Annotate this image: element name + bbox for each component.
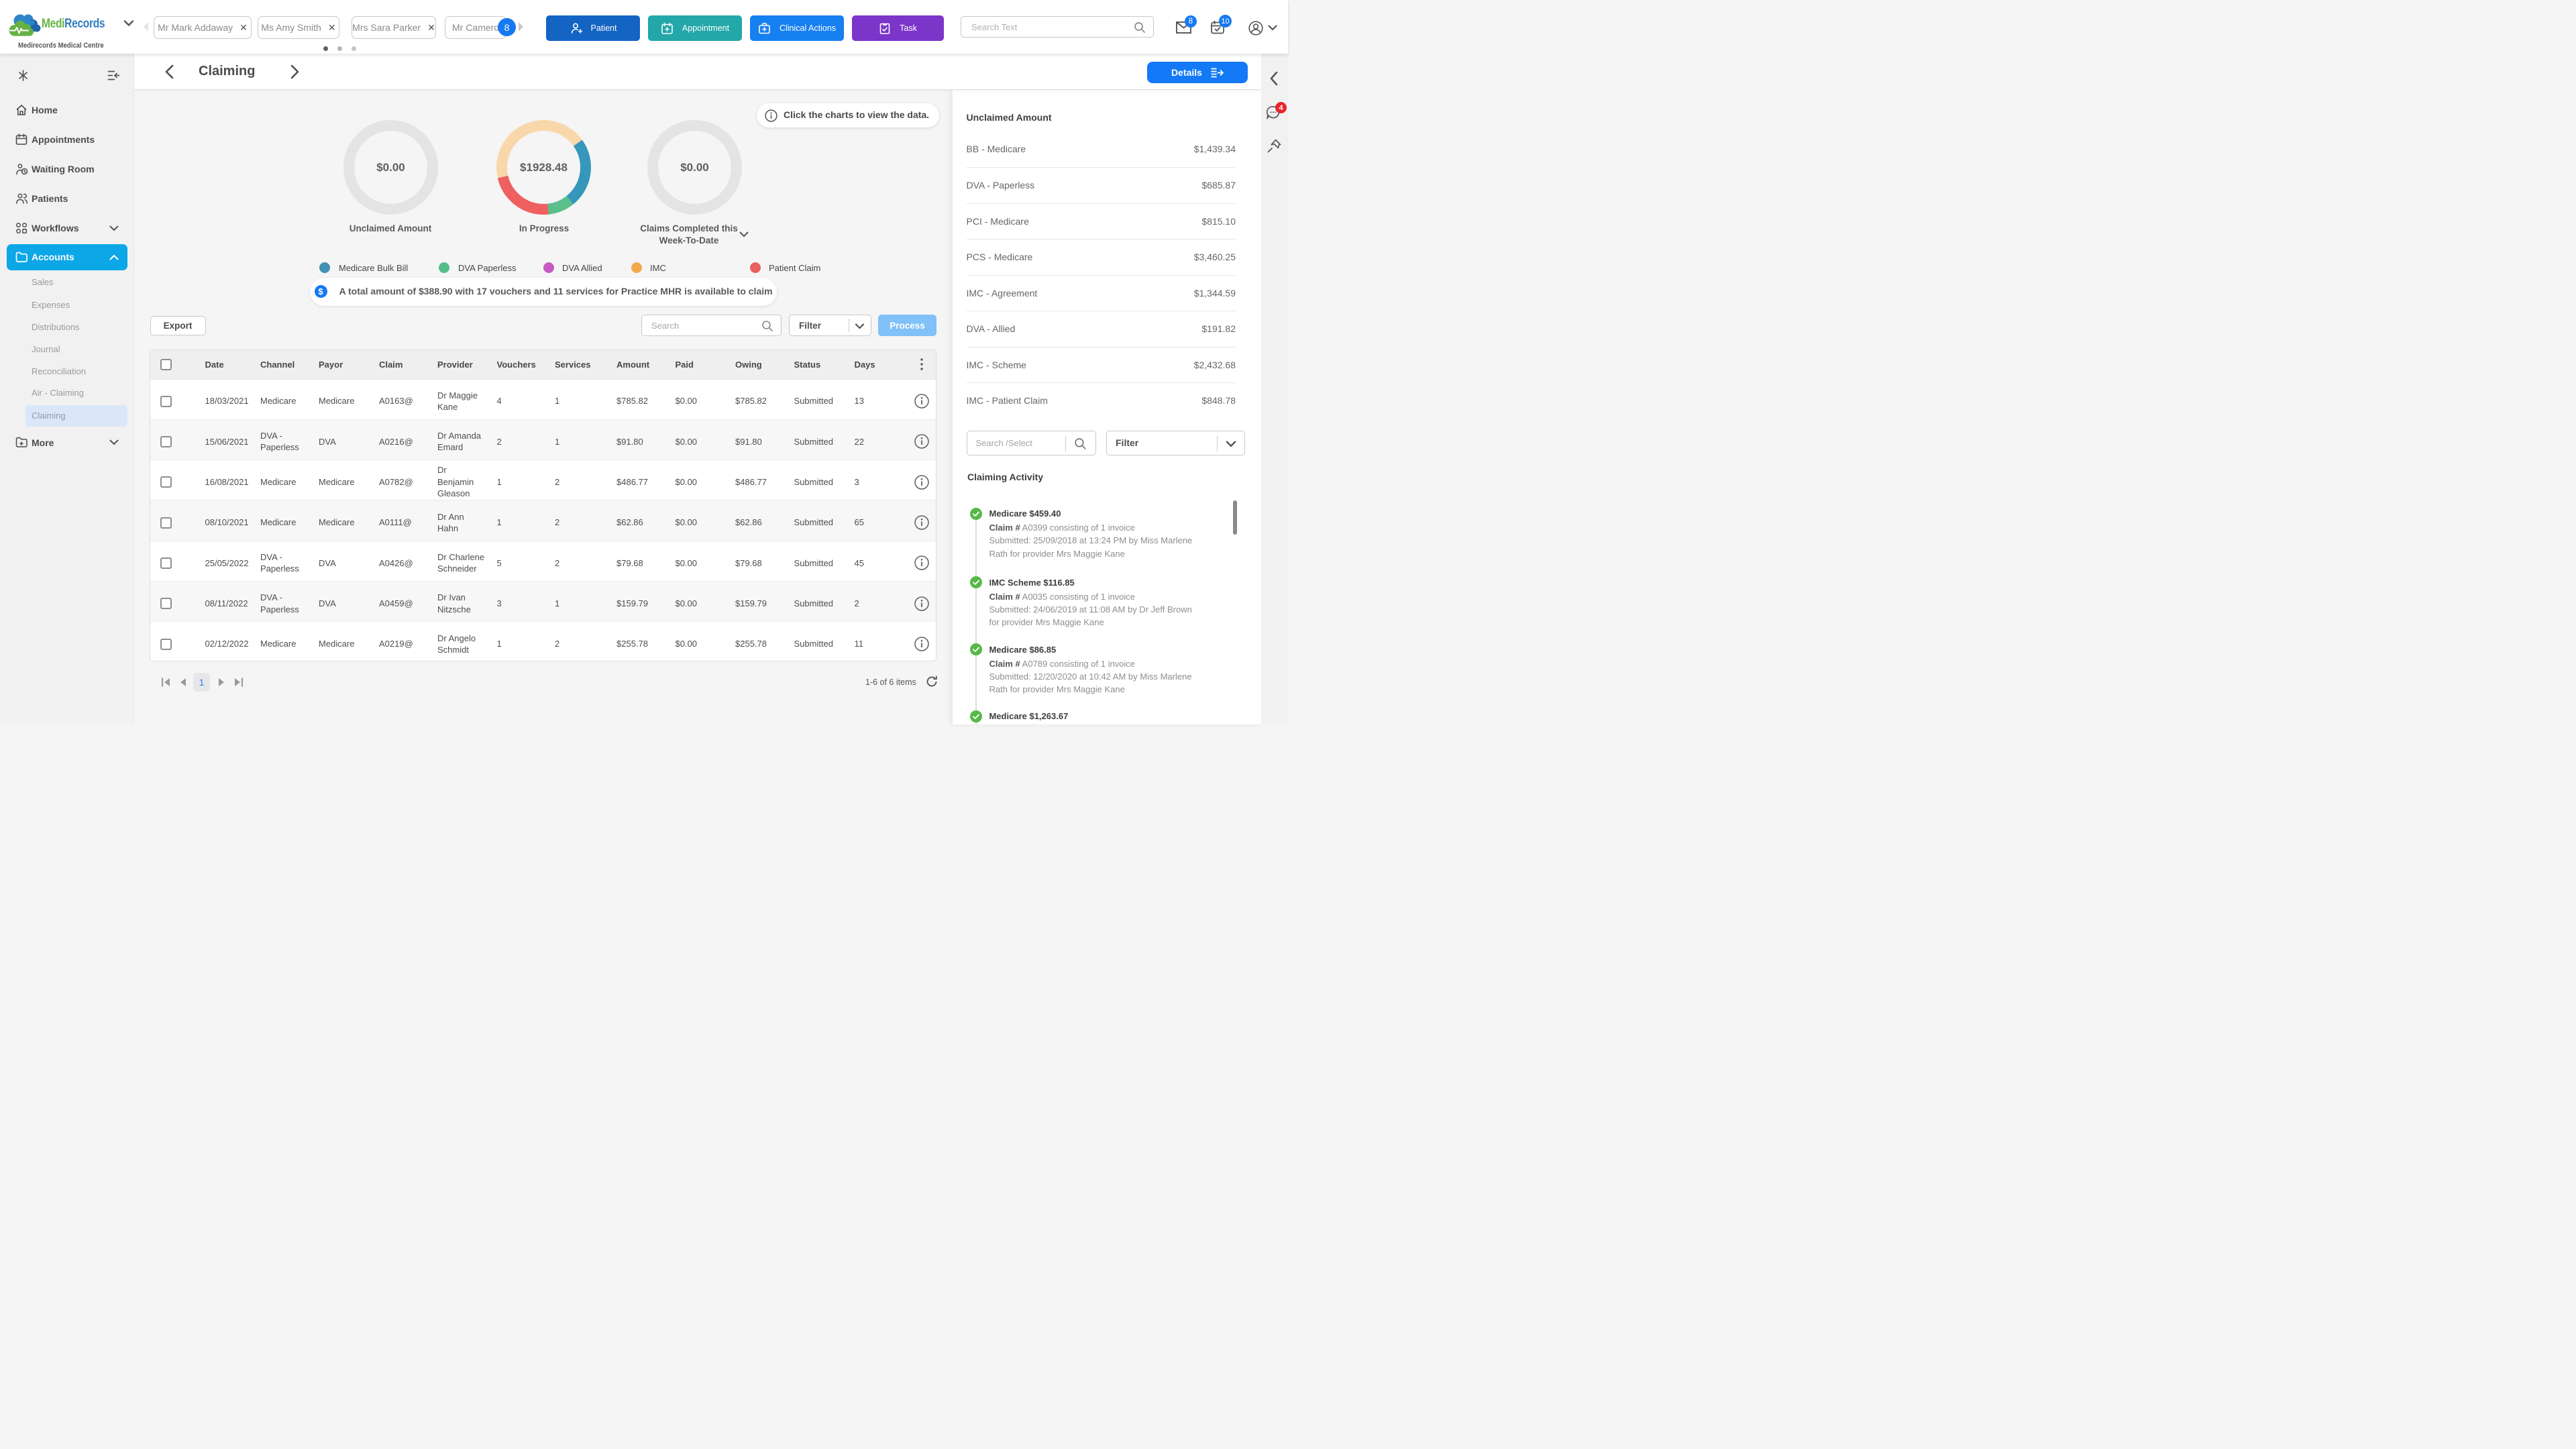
svg-text:$1928.48: $1928.48 — [520, 161, 568, 174]
svg-text:$0.00: $0.00 — [376, 161, 405, 174]
svg-text:$0.00: $0.00 — [680, 161, 709, 174]
